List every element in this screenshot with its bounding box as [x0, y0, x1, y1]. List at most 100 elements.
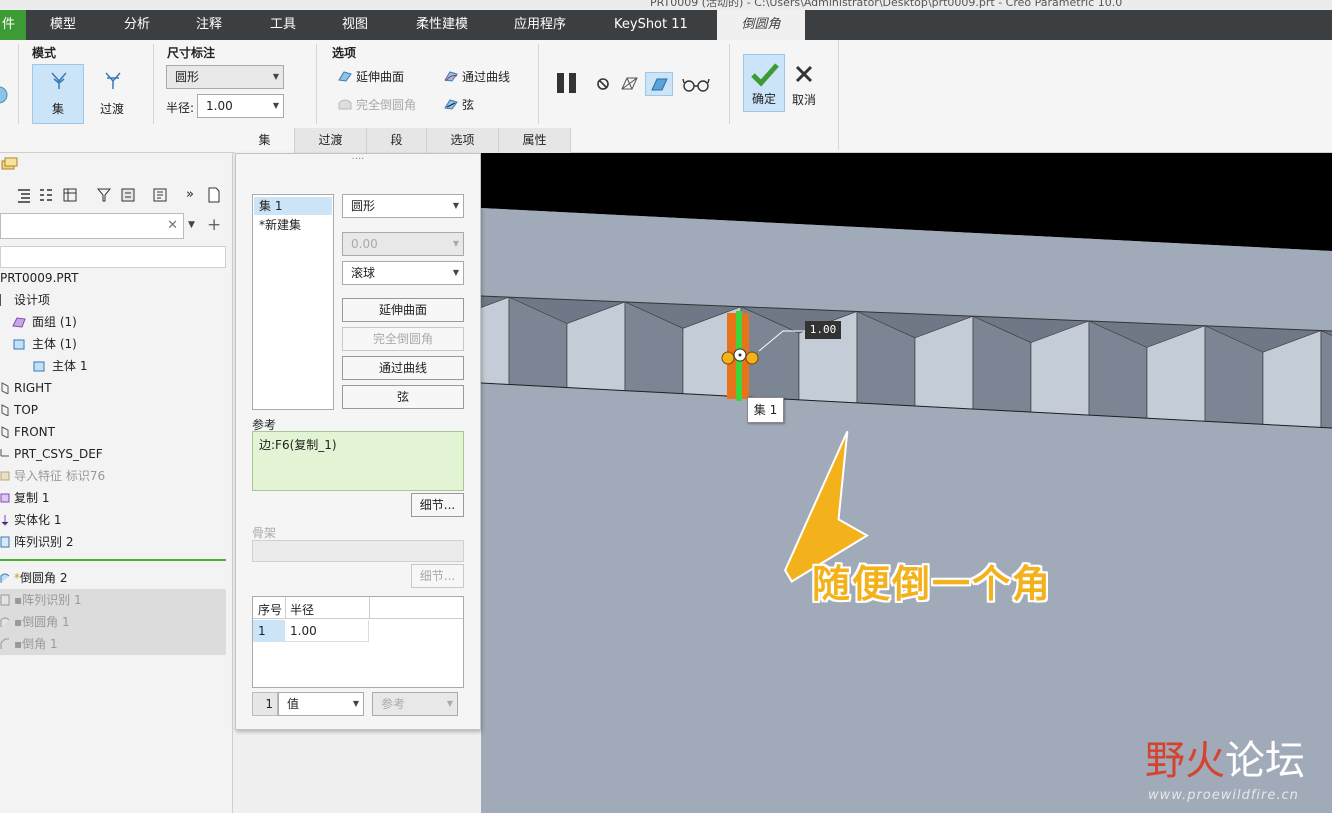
- ribbon-divider: [316, 44, 317, 124]
- add-icon[interactable]: +: [207, 215, 221, 235]
- layers-icon[interactable]: [0, 157, 18, 173]
- tree-item[interactable]: 复制 1: [0, 487, 49, 509]
- tree-root[interactable]: PRT0009.PRT: [0, 267, 78, 289]
- shape-dropdown[interactable]: 圆形 ▼: [166, 65, 284, 89]
- new-set-item[interactable]: *新建集: [254, 216, 332, 234]
- subtab-options[interactable]: 选项: [427, 128, 499, 153]
- tree-item[interactable]: 导入特征 标识76: [0, 465, 105, 487]
- verify-glasses-icon[interactable]: [682, 78, 710, 92]
- tree-settings-icon[interactable]: [120, 187, 136, 203]
- transition-mode-button[interactable]: 过渡: [86, 64, 138, 124]
- set-mode-icon: [51, 72, 67, 89]
- full-round-option[interactable]: 完全倒圆角: [338, 96, 416, 113]
- tree-item[interactable]: 阵列识别 2: [0, 531, 73, 553]
- drag-handle[interactable]: [745, 351, 759, 365]
- radius-label: 半径:: [166, 101, 195, 115]
- extend-surface-button[interactable]: 延伸曲面: [342, 298, 464, 322]
- subtab-sets[interactable]: 集: [235, 128, 295, 153]
- datum-plane-icon: [1, 404, 9, 416]
- insert-here-marker[interactable]: [0, 559, 226, 561]
- tree-item[interactable]: 实体化 1: [0, 509, 61, 531]
- table-row[interactable]: 1 1.00: [253, 620, 369, 642]
- subtab-pieces[interactable]: 段: [367, 128, 427, 153]
- datum-plane-icon: [1, 426, 9, 438]
- reference-item[interactable]: 边:F6(复制_1): [259, 438, 337, 452]
- radius-input-value: 1.00: [206, 99, 233, 113]
- method-dropdown[interactable]: 滚球 ▼: [342, 261, 464, 285]
- tree-filter-icon[interactable]: [96, 187, 112, 203]
- panel-grip[interactable]: ····: [236, 154, 480, 165]
- full-round-button[interactable]: 完全倒圆角: [342, 327, 464, 351]
- subtab-properties[interactable]: 属性: [499, 128, 571, 153]
- graphics-viewport[interactable]: [481, 153, 1332, 813]
- tree-item[interactable]: *倒圆角 2: [0, 567, 67, 589]
- tree-document-icon[interactable]: [206, 187, 222, 203]
- chord-option[interactable]: 弦: [444, 96, 474, 113]
- tree-item[interactable]: FRONT: [0, 421, 55, 443]
- tree-item[interactable]: ▪阵列识别 1: [0, 589, 226, 611]
- through-curve-button[interactable]: 通过曲线: [342, 356, 464, 380]
- skeleton-details-button[interactable]: 细节...: [411, 564, 464, 588]
- quilt-icon: [12, 317, 26, 328]
- row-radius-cell[interactable]: 1.00: [285, 620, 369, 642]
- reference-type-dropdown[interactable]: 参考 ▼: [372, 692, 458, 716]
- subtab-transitions[interactable]: 过渡: [295, 128, 367, 153]
- tree-list-icon[interactable]: [16, 187, 32, 203]
- tree-filter-field[interactable]: [0, 246, 226, 268]
- tab-annotate[interactable]: 注释: [196, 10, 236, 40]
- tree-search-input[interactable]: ✕: [0, 213, 184, 239]
- ribbon-divider: [538, 44, 539, 124]
- reference-details-button[interactable]: 细节...: [411, 493, 464, 517]
- conic-value-input[interactable]: 0.00 ▼: [342, 232, 464, 256]
- cancel-button[interactable]: 取消: [788, 54, 820, 112]
- tree-columns-icon[interactable]: [62, 187, 78, 203]
- value-type-dropdown[interactable]: 值 ▼: [278, 692, 364, 716]
- extend-surface-option[interactable]: 延伸曲面: [338, 68, 404, 85]
- extend-surface-icon: [338, 71, 352, 82]
- tab-model[interactable]: 模型: [50, 10, 90, 40]
- tree-item[interactable]: TOP: [0, 399, 38, 421]
- tree-item[interactable]: 设计项: [0, 289, 50, 311]
- chord-button[interactable]: 弦: [342, 385, 464, 409]
- wireframe-preview-icon[interactable]: [620, 75, 640, 93]
- file-menu[interactable]: 件: [0, 10, 26, 40]
- tab-analysis[interactable]: 分析: [124, 10, 164, 40]
- tree-more-icon[interactable]: »: [186, 187, 194, 202]
- drag-handle[interactable]: [721, 351, 735, 365]
- tab-applications[interactable]: 应用程序: [514, 10, 574, 40]
- tab-round[interactable]: 倒圆角: [717, 10, 805, 40]
- solid-preview-button[interactable]: [645, 72, 673, 96]
- skeleton-label: 骨架: [252, 526, 277, 540]
- tree-item[interactable]: 面组 (1): [0, 311, 77, 333]
- tree-show-icon[interactable]: [152, 187, 168, 203]
- tab-tools[interactable]: 工具: [270, 10, 310, 40]
- tree-item[interactable]: 主体 1: [0, 355, 87, 377]
- tab-flexible-modeling[interactable]: 柔性建模: [416, 10, 476, 40]
- set-item[interactable]: 集 1: [254, 197, 332, 215]
- no-preview-icon[interactable]: [596, 77, 610, 91]
- cross-section-dropdown[interactable]: 圆形 ▼: [342, 194, 464, 218]
- tree-item[interactable]: RIGHT: [0, 377, 52, 399]
- set-label-tag[interactable]: 集 1: [747, 397, 784, 423]
- tab-keyshot[interactable]: KeyShot 11: [614, 10, 694, 40]
- sets-list[interactable]: 集 1 *新建集: [252, 194, 334, 410]
- radius-input[interactable]: 1.00 ▼: [197, 94, 284, 118]
- radius-dimension-tag[interactable]: 1.00: [805, 321, 841, 339]
- tree-item[interactable]: ▪倒圆角 1: [0, 611, 226, 633]
- clear-icon[interactable]: ✕: [167, 218, 178, 233]
- tree-item[interactable]: PRT_CSYS_DEF: [0, 443, 103, 465]
- conic-value: 0.00: [351, 237, 378, 251]
- tree-collapse-icon[interactable]: [38, 187, 54, 203]
- skeleton-collector[interactable]: [252, 540, 464, 562]
- references-collector[interactable]: 边:F6(复制_1): [252, 431, 464, 491]
- tab-view[interactable]: 视图: [342, 10, 382, 40]
- cancel-label: 取消: [791, 93, 816, 107]
- pause-icon[interactable]: [556, 72, 580, 94]
- chamfer-icon: [0, 638, 9, 649]
- confirm-button[interactable]: 确定: [743, 54, 785, 112]
- set-mode-button[interactable]: 集: [32, 64, 84, 124]
- chevron-down-icon[interactable]: ▼: [188, 220, 195, 230]
- tree-item[interactable]: ▪倒角 1: [0, 633, 226, 655]
- through-curve-option[interactable]: 通过曲线: [444, 68, 510, 85]
- tree-item[interactable]: 主体 (1): [0, 333, 77, 355]
